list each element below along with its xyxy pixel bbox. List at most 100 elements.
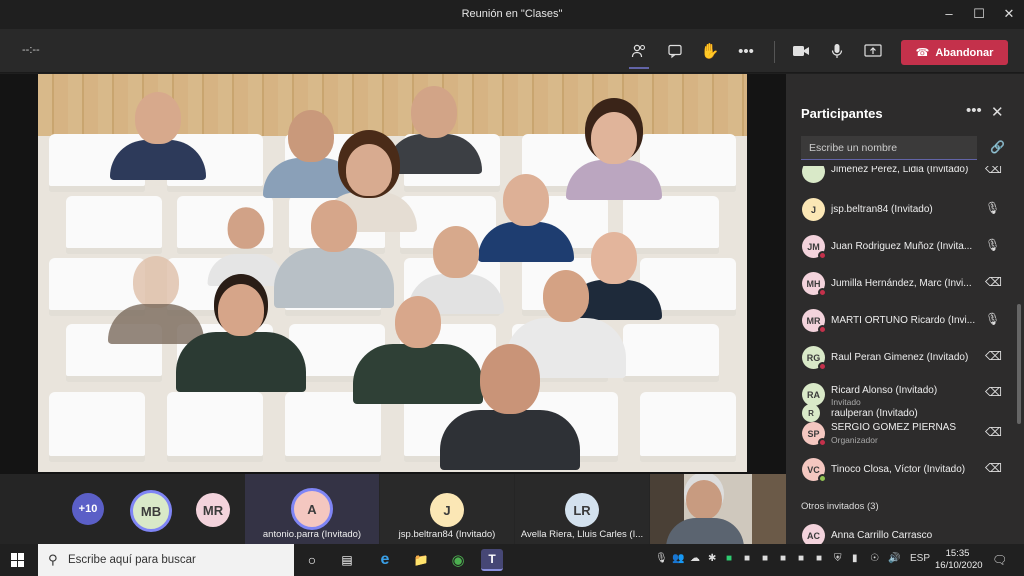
- other-guests-section[interactable]: Otros invitados (3): [801, 501, 879, 512]
- participant-video: [110, 92, 206, 180]
- status-dot: [818, 251, 827, 260]
- notifications-icon[interactable]: 🗨: [992, 553, 1007, 567]
- clock-date: 16/10/2020: [935, 560, 983, 571]
- list-item[interactable]: MH Jumilla Hernández, Marc (Invi... ⌫: [786, 270, 1024, 298]
- search-icon: ⚲: [48, 552, 58, 567]
- status-dot: [818, 325, 827, 334]
- battery-icon[interactable]: ▮: [852, 553, 858, 564]
- avatar[interactable]: MB: [130, 490, 172, 532]
- edge-icon[interactable]: e: [374, 549, 396, 571]
- participant-tile[interactable]: J jsp.beltran84 (Invitado): [380, 474, 514, 544]
- app-tray-icon[interactable]: ■: [762, 553, 768, 564]
- mic-icon: 🎙: [985, 201, 1001, 215]
- participant-name: Juan Rodriguez Muñoz (Invita...: [831, 241, 973, 252]
- avatar[interactable]: MR: [196, 493, 230, 527]
- participant-name: Jimenez Perez, Lidia (Invitado): [831, 166, 969, 175]
- participants-icon[interactable]: [626, 39, 652, 69]
- close-icon[interactable]: ✕: [991, 103, 1004, 121]
- participant-tile[interactable]: LR Avella Riera, Lluis Carles (I...: [515, 474, 649, 544]
- mic-muted-icon: ⌫: [985, 385, 1002, 399]
- microphone-icon[interactable]: 🎙: [655, 553, 668, 564]
- security-icon[interactable]: ⛨: [834, 553, 842, 564]
- close-window-icon[interactable]: ✕: [994, 4, 1024, 24]
- mic-icon: 🎙: [985, 312, 1001, 326]
- list-item[interactable]: VC Tinoco Closa, Víctor (Invitado) ⌫: [786, 456, 1024, 484]
- status-dot: [818, 474, 827, 483]
- participant-search-input[interactable]: [801, 136, 977, 160]
- avatar: SP: [802, 422, 827, 447]
- windows-start-icon[interactable]: [11, 553, 25, 567]
- phone-hangup-icon: ☎: [915, 47, 930, 59]
- participant-name: jsp.beltran84 (Invitado): [831, 204, 933, 215]
- app-tray-icon[interactable]: ■: [726, 553, 732, 564]
- clock[interactable]: 15:35 16/10/2020: [935, 548, 983, 572]
- participant-name: Tinoco Closa, Víctor (Invitado): [831, 464, 966, 475]
- participant-video: [176, 284, 306, 392]
- window-title: Reunión en "Clases": [461, 8, 563, 20]
- meeting-timer: --:--: [22, 44, 40, 56]
- more-options-icon[interactable]: •••: [966, 102, 982, 119]
- avatar: J: [802, 198, 825, 221]
- participant-tile-name: antonio.parra (Invitado): [262, 529, 362, 540]
- list-item[interactable]: MR MARTI ORTUÑO Ricardo (Invi... 🎙: [786, 307, 1024, 335]
- participant-name: Jumilla Hernández, Marc (Invi...: [831, 278, 972, 289]
- list-item[interactable]: JM Juan Rodriguez Muñoz (Invita... 🎙: [786, 233, 1024, 261]
- task-view-icon[interactable]: ▤: [336, 549, 358, 571]
- status-dot: [818, 362, 827, 371]
- avatar: VC: [802, 458, 827, 483]
- taskbar-search[interactable]: ⚲ Escribe aquí para buscar: [38, 544, 294, 576]
- wifi-icon[interactable]: ☉: [870, 553, 879, 564]
- participant-tile-name: Avella Riera, Lluis Carles (I...: [520, 529, 644, 540]
- avatar: A: [291, 488, 333, 530]
- list-item[interactable]: AC Anna Carrillo Carrasco: [786, 522, 1024, 544]
- panel-title: Participantes: [801, 106, 883, 121]
- file-explorer-icon[interactable]: 📁: [410, 549, 432, 571]
- link-icon[interactable]: 🔗: [990, 140, 1005, 154]
- avatar: AC: [802, 524, 825, 544]
- mic-muted-icon: ⌫: [985, 275, 1002, 289]
- cloud-icon[interactable]: ☁: [690, 553, 700, 564]
- app-tray-icon[interactable]: ■: [816, 553, 822, 564]
- app-tray-icon[interactable]: ■: [780, 553, 786, 564]
- list-item[interactable]: SP SERGIO GOMEZ PIERNAS Organizador ⌫: [786, 418, 1024, 452]
- chat-icon[interactable]: [662, 39, 688, 63]
- participant-name: Anna Carrillo Carrasco: [831, 530, 933, 541]
- maximize-icon[interactable]: ☐: [964, 4, 994, 24]
- bluetooth-icon[interactable]: ✱: [708, 553, 716, 564]
- teams-icon[interactable]: T: [481, 549, 503, 571]
- avatar: RG: [802, 346, 827, 371]
- minimize-icon[interactable]: –: [934, 4, 964, 24]
- list-item[interactable]: Jimenez Perez, Lidia (Invitado) ⌫: [786, 166, 1024, 186]
- app-tray-icon[interactable]: ■: [744, 553, 750, 564]
- mic-muted-icon: ⌫: [985, 349, 1002, 363]
- taskbar-search-placeholder: Escribe aquí para buscar: [68, 554, 196, 566]
- participant-name: SERGIO GOMEZ PIERNAS: [831, 422, 957, 433]
- together-mode-video: [38, 74, 747, 472]
- participant-list: Jimenez Perez, Lidia (Invitado) ⌫ J jsp.…: [786, 166, 1024, 544]
- status-dot: [818, 438, 827, 447]
- more-options-icon[interactable]: •••: [733, 39, 759, 63]
- participant-name: Raul Peran Gimenez (Invitado): [831, 352, 969, 363]
- language-indicator[interactable]: ESP: [910, 553, 930, 564]
- avatar: J: [430, 493, 464, 527]
- leave-meeting-button[interactable]: ☎ Abandonar: [901, 40, 1008, 65]
- cortana-icon[interactable]: ○: [301, 549, 323, 571]
- self-view-video[interactable]: [650, 474, 786, 544]
- volume-icon[interactable]: 🔊: [888, 553, 900, 564]
- raise-hand-icon[interactable]: ✋: [697, 39, 723, 63]
- app-tray-icon[interactable]: ■: [798, 553, 804, 564]
- participant-strip: +10 MB MR A antonio.parra (Invitado) J j…: [0, 474, 786, 544]
- people-icon[interactable]: 👥: [672, 553, 684, 564]
- list-item[interactable]: RG Raul Peran Gimenez (Invitado) ⌫: [786, 344, 1024, 372]
- camera-icon[interactable]: [788, 39, 814, 63]
- taskbar: ⚲ Escribe aquí para buscar ○ ▤ e 📁 ◉ T 🎙…: [0, 544, 1024, 576]
- list-item[interactable]: J jsp.beltran84 (Invitado) 🎙: [786, 196, 1024, 224]
- chrome-icon[interactable]: ◉: [447, 549, 469, 571]
- more-participants-badge[interactable]: +10: [72, 493, 104, 525]
- share-screen-icon[interactable]: [860, 39, 886, 63]
- avatar: [802, 166, 825, 183]
- microphone-icon[interactable]: [824, 39, 850, 63]
- participant-tile[interactable]: A antonio.parra (Invitado): [245, 474, 379, 544]
- status-dot: [818, 288, 827, 297]
- scrollbar[interactable]: [1017, 304, 1021, 424]
